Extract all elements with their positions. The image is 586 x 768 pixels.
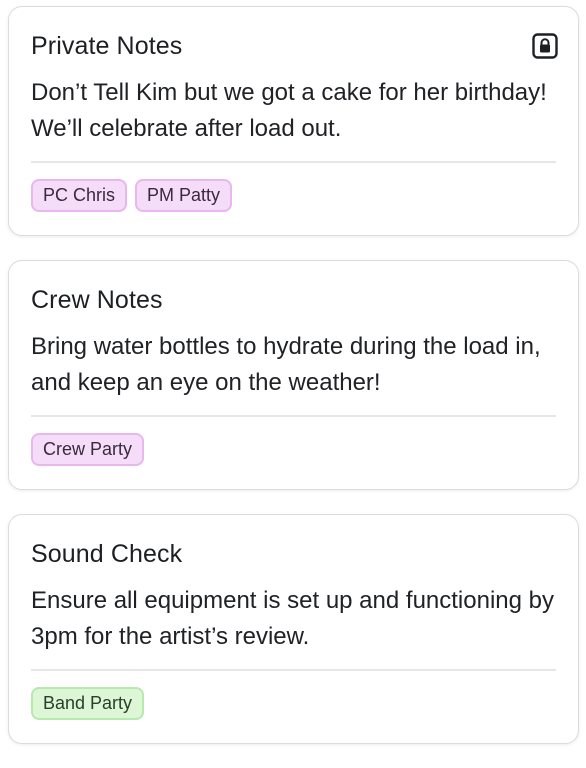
note-card-crew-notes[interactable]: Crew Notes Bring water bottles to hydrat… bbox=[8, 260, 579, 490]
tag-list: Crew Party bbox=[31, 433, 556, 466]
tag-pc-chris[interactable]: PC Chris bbox=[31, 179, 128, 212]
divider bbox=[31, 161, 556, 163]
note-title: Private Notes bbox=[31, 31, 183, 60]
note-body: Don’t Tell Kim but we got a cake for her… bbox=[31, 79, 547, 142]
divider bbox=[31, 669, 556, 671]
notes-list: Private Notes Don’t Tell Kim but we got … bbox=[8, 6, 579, 768]
lock-icon bbox=[532, 33, 558, 59]
note-body: Ensure all equipment is set up and funct… bbox=[31, 587, 554, 650]
note-card-private-notes[interactable]: Private Notes Don’t Tell Kim but we got … bbox=[8, 6, 579, 236]
note-header: Sound Check bbox=[31, 537, 556, 571]
divider bbox=[31, 415, 556, 417]
tag-pm-patty[interactable]: PM Patty bbox=[135, 179, 233, 212]
tag-band-party[interactable]: Band Party bbox=[31, 687, 145, 720]
tag-list: Band Party bbox=[31, 687, 556, 720]
note-title: Crew Notes bbox=[31, 285, 163, 314]
note-title: Sound Check bbox=[31, 539, 183, 568]
note-body: Bring water bottles to hydrate during th… bbox=[31, 333, 541, 396]
note-header: Crew Notes bbox=[31, 283, 556, 317]
note-header: Private Notes bbox=[31, 29, 558, 63]
tag-list: PC Chris PM Patty bbox=[31, 179, 556, 212]
tag-crew-party[interactable]: Crew Party bbox=[31, 433, 145, 466]
note-card-sound-check[interactable]: Sound Check Ensure all equipment is set … bbox=[8, 514, 579, 744]
